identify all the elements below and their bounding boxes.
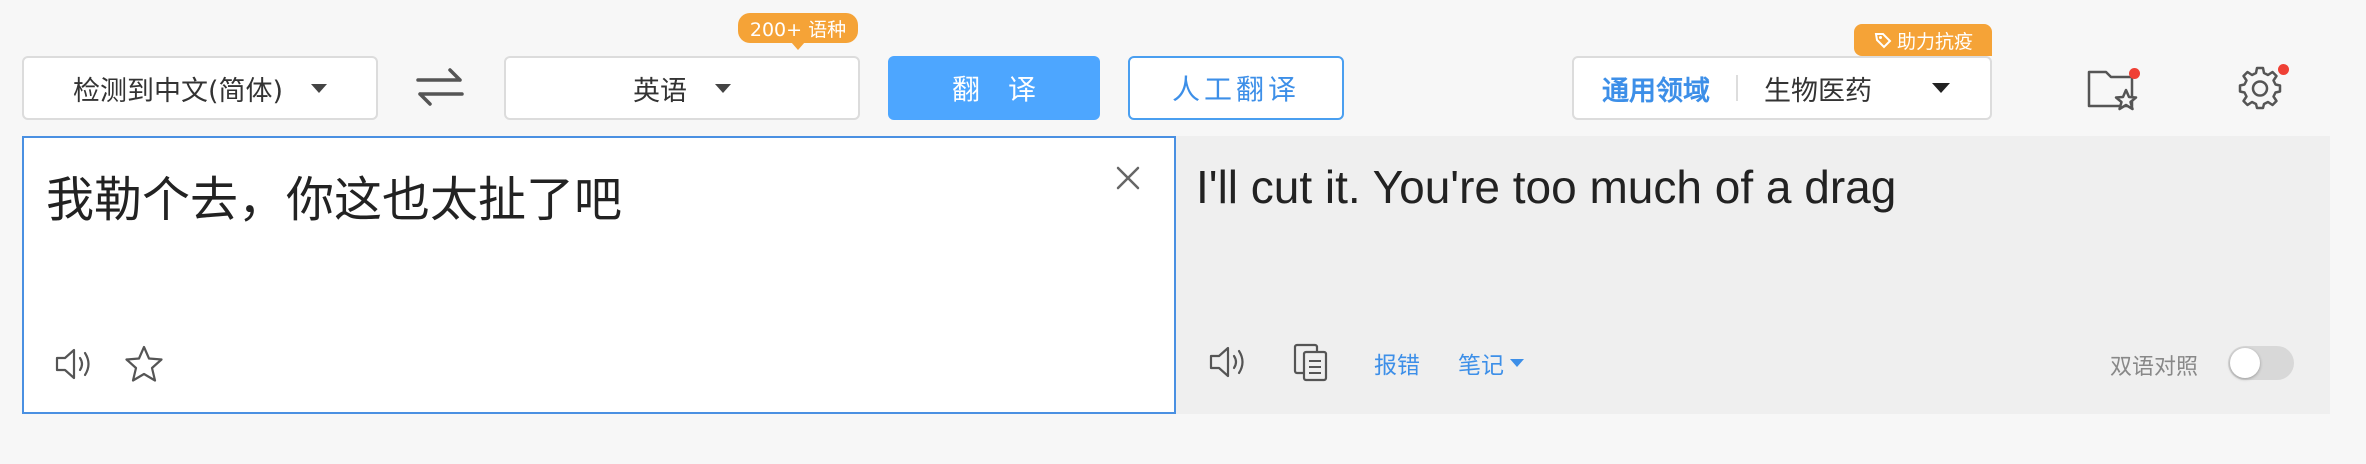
language-count-badge: 200+ 语种 — [738, 13, 858, 43]
close-icon[interactable] — [1114, 164, 1142, 192]
source-language-label: 检测到中文(简体) — [72, 75, 284, 107]
domain-select[interactable]: 通用领域 生物医药 — [1572, 56, 1992, 120]
speaker-icon[interactable] — [54, 344, 96, 384]
anti-epidemic-badge: 助力抗疫 — [1854, 24, 1992, 56]
gear-icon[interactable] — [2234, 62, 2289, 114]
swap-arrows-icon[interactable] — [414, 64, 466, 108]
target-language-select[interactable]: 英语 — [504, 56, 860, 120]
tag-icon — [1874, 33, 1892, 49]
notification-dot — [2278, 64, 2289, 75]
bilingual-label: 双语对照 — [2110, 355, 2199, 380]
general-domain-label[interactable]: 通用领域 — [1602, 69, 1710, 108]
source-language-select[interactable]: 检测到中文(简体) — [22, 56, 378, 120]
chevron-down-icon — [715, 83, 731, 93]
chevron-down-icon — [311, 83, 328, 93]
selected-domain-label: 生物医药 — [1764, 75, 1872, 107]
translate-button-label: 翻译 — [951, 73, 1064, 106]
copy-icon[interactable] — [1292, 342, 1330, 382]
notes-menu[interactable]: 笔记 — [1458, 346, 1524, 380]
source-text-input[interactable]: 我勒个去，你这也太扯了吧 — [46, 160, 1046, 230]
notes-label: 笔记 — [1458, 353, 1504, 379]
human-translate-label: 人工翻译 — [1171, 73, 1300, 106]
folder-star-icon[interactable] — [2086, 62, 2144, 114]
chevron-down-icon — [1932, 83, 1950, 93]
toggle-knob — [2230, 348, 2260, 378]
speaker-icon[interactable] — [1208, 342, 1250, 382]
language-count-text: 200+ 语种 — [749, 18, 847, 41]
star-icon[interactable] — [124, 344, 164, 384]
chevron-down-icon — [1510, 359, 1524, 367]
badge-pointer — [791, 42, 805, 50]
human-translate-button[interactable]: 人工翻译 — [1128, 56, 1344, 120]
translation-output-text: I'll cut it. You're too much of a drag — [1196, 161, 1897, 213]
target-language-label: 英语 — [633, 75, 687, 107]
notification-dot — [2129, 68, 2140, 79]
bilingual-toggle[interactable] — [2228, 346, 2294, 380]
divider — [1736, 75, 1738, 101]
source-text-pane[interactable]: 我勒个去，你这也太扯了吧 — [22, 136, 1176, 414]
translation-output-pane: I'll cut it. You're too much of a drag 报… — [1176, 136, 2330, 414]
report-error-link[interactable]: 报错 — [1374, 346, 1420, 380]
translate-button[interactable]: 翻译 — [888, 56, 1100, 120]
anti-epidemic-text: 助力抗疫 — [1896, 30, 1973, 53]
